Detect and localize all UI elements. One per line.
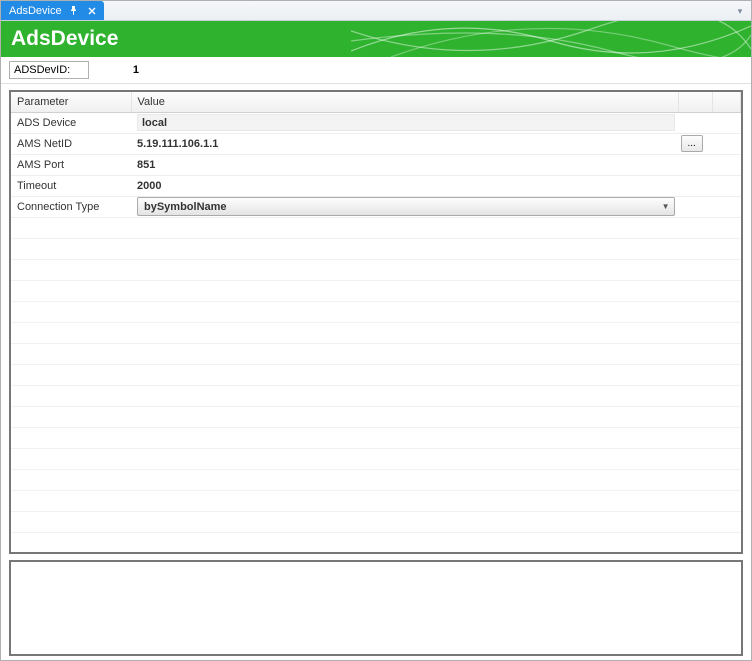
param-cell: Connection Type [11,196,131,217]
table-row: AMS Port 851 [11,154,741,175]
tab-label: AdsDevice [9,5,62,17]
close-icon[interactable] [86,5,98,17]
param-cell: Timeout [11,175,131,196]
devid-row [1,57,751,84]
table-row: Timeout 2000 [11,175,741,196]
pin-icon[interactable] [68,5,80,17]
empty-row [11,406,741,427]
empty-row [11,385,741,406]
devid-value[interactable] [93,62,143,78]
empty-row [11,511,741,532]
readonly-value: local [137,114,675,131]
combo-value: bySymbolName [144,201,227,213]
value-cell: bySymbolName ▼ [131,196,741,217]
bottom-panel [9,560,743,656]
value-cell: 5.19.111.106.1.1... [131,133,741,154]
empty-row [11,427,741,448]
table-row: AMS NetID5.19.111.106.1.1... [11,133,741,154]
value-cell: 2000 [131,175,741,196]
chevron-down-icon: ▼ [662,202,670,211]
tab-adsdevice[interactable]: AdsDevice [1,1,104,20]
empty-row [11,448,741,469]
browse-button[interactable]: ... [681,135,703,152]
editable-value[interactable]: 5.19.111.106.1.1 [137,137,677,151]
column-header-value[interactable]: Value [131,92,679,112]
editable-value[interactable]: 851 [137,158,155,172]
parameter-table: Parameter Value ADS Device local AMS NetID… [11,92,741,554]
empty-row [11,238,741,259]
tab-bar: AdsDevice ▾ [1,1,751,21]
empty-row [11,217,741,238]
empty-row [11,469,741,490]
table-row: Connection Type bySymbolName ▼ [11,196,741,217]
empty-row [11,301,741,322]
header-banner: AdsDevice [1,21,751,57]
column-header-extra1[interactable] [679,92,713,112]
page-title: AdsDevice [11,27,118,51]
header-decoration [351,21,751,57]
empty-row [11,364,741,385]
connection-type-combo[interactable]: bySymbolName ▼ [137,197,675,216]
empty-row [11,259,741,280]
column-header-parameter[interactable]: Parameter [11,92,131,112]
value-cell: local [131,112,741,133]
parameter-table-container: Parameter Value ADS Device local AMS NetID… [9,90,743,554]
devid-label [9,61,89,79]
column-header-extra2[interactable] [713,92,741,112]
value-cell: 851 [131,154,741,175]
param-cell: AMS Port [11,154,131,175]
window-frame: AdsDevice ▾ AdsDevice [0,0,752,661]
empty-row [11,322,741,343]
empty-row [11,532,741,553]
empty-row [11,343,741,364]
param-cell: AMS NetID [11,133,131,154]
content-area: Parameter Value ADS Device local AMS NetID… [1,84,751,660]
empty-row [11,280,741,301]
table-row: ADS Device local [11,112,741,133]
tab-overflow-icon[interactable]: ▾ [733,4,747,18]
param-cell: ADS Device [11,112,131,133]
empty-row [11,490,741,511]
editable-value[interactable]: 2000 [137,179,161,193]
